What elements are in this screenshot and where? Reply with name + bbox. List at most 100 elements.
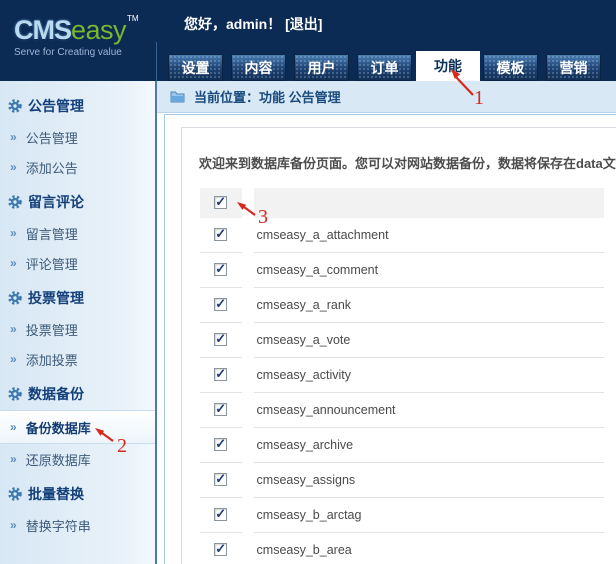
user-greeting: 您好，admin！ [退出] [184, 14, 322, 34]
row-checkbox[interactable] [214, 543, 227, 556]
sidebar-item-label: 还原数据库 [26, 450, 91, 469]
chevron-right-icon: » [10, 226, 17, 240]
chevron-right-icon: » [10, 518, 17, 532]
table-name: cmseasy_a_comment [254, 253, 604, 288]
main-nav-tabbar: 设置 内容 用户 订单 功能 模板 营销 [168, 51, 609, 81]
greeting-prefix: 您好， [184, 16, 226, 32]
sidebar-item-label: 公告管理 [26, 128, 78, 147]
breadcrumb-label: 当前位置：功能 公告管理 [194, 87, 341, 106]
gear-icon [8, 487, 22, 501]
sidebar-item-add-vote[interactable]: » 添加投票 [0, 344, 155, 374]
table-row: cmseasy_b_area [200, 533, 604, 564]
chevron-right-icon: » [10, 420, 17, 434]
row-checkbox[interactable] [214, 508, 227, 521]
gear-icon [8, 387, 22, 401]
table-row: cmseasy_announcement [200, 393, 604, 428]
tab-content[interactable]: 内容 [231, 54, 286, 81]
header-divider [156, 42, 157, 81]
sidebar-section-data-backup[interactable]: 数据备份 [0, 378, 155, 410]
gear-icon [8, 99, 22, 113]
tab-marketing[interactable]: 营销 [546, 54, 601, 81]
sidebar-item-label: 添加投票 [26, 350, 78, 369]
logo-cms-text: CMS [14, 15, 71, 45]
row-checkbox[interactable] [214, 438, 227, 451]
row-checkbox[interactable] [214, 298, 227, 311]
sidebar-item-backup-database[interactable]: » 备份数据库 [0, 410, 155, 444]
logo-tagline: Serve for Creating value [14, 48, 139, 58]
sidebar-section-batch-replace[interactable]: 批量替换 [0, 478, 155, 510]
sidebar-section-announcement-mgmt[interactable]: 公告管理 [0, 90, 155, 122]
table-name: cmseasy_archive [254, 428, 604, 463]
chevron-right-icon: » [10, 322, 17, 336]
sidebar-section-message-comment[interactable]: 留言评论 [0, 186, 155, 218]
greeting-suffix: ！ [267, 16, 281, 32]
table-name: cmseasy_assigns [254, 463, 604, 498]
breadcrumb: 当前位置：功能 公告管理 [157, 81, 616, 113]
sidebar-section-vote-mgmt[interactable]: 投票管理 [0, 282, 155, 314]
row-checkbox[interactable] [214, 473, 227, 486]
sidebar-item-restore-database[interactable]: » 还原数据库 [0, 444, 155, 474]
sidebar-item-message-mgmt[interactable]: » 留言管理 [0, 218, 155, 248]
logo-trademark: TM [127, 14, 139, 23]
row-checkbox[interactable] [214, 228, 227, 241]
table-row: cmseasy_b_arctag [200, 498, 604, 533]
table-name: cmseasy_a_rank [254, 288, 604, 323]
sidebar-item-label: 留言管理 [26, 224, 78, 243]
left-sidebar: 公告管理 » 公告管理 » 添加公告 留言评论 » 留言管理 » 评论管理 投票… [0, 81, 155, 564]
table-row: cmseasy_a_vote [200, 323, 604, 358]
sidebar-section-label: 公告管理 [28, 96, 84, 116]
sidebar-item-comment-mgmt[interactable]: » 评论管理 [0, 248, 155, 278]
table-header-name-cell [254, 188, 604, 218]
table-name: cmseasy_a_vote [254, 323, 604, 358]
sidebar-item-announcement-mgmt[interactable]: » 公告管理 [0, 122, 155, 152]
sidebar-divider [155, 81, 157, 564]
tab-orders[interactable]: 订单 [357, 54, 412, 81]
sidebar-item-add-announcement[interactable]: » 添加公告 [0, 152, 155, 182]
sidebar-item-label: 添加公告 [26, 158, 78, 177]
gear-icon [8, 291, 22, 305]
table-row: cmseasy_archive [200, 428, 604, 463]
select-all-checkbox[interactable] [214, 196, 227, 209]
sidebar-section-label: 投票管理 [28, 288, 84, 308]
row-checkbox[interactable] [214, 333, 227, 346]
row-checkbox[interactable] [214, 263, 227, 276]
tab-settings[interactable]: 设置 [168, 54, 223, 81]
table-row: cmseasy_activity [200, 358, 604, 393]
table-row: cmseasy_a_rank [200, 288, 604, 323]
sidebar-section-label: 批量替换 [28, 484, 84, 504]
sidebar-item-label: 替换字符串 [26, 516, 91, 535]
chevron-right-icon: » [10, 352, 17, 366]
greeting-username: admin [226, 16, 267, 32]
table-name: cmseasy_announcement [254, 393, 604, 428]
welcome-message: 欢迎来到数据库备份页面。您可以对网站数据备份，数据将保存在data文件夹中 [199, 153, 616, 172]
sidebar-item-label: 备份数据库 [26, 418, 91, 437]
table-row: cmseasy_a_comment [200, 253, 604, 288]
tab-users[interactable]: 用户 [294, 54, 349, 81]
folder-icon [170, 90, 185, 103]
tab-templates[interactable]: 模板 [483, 54, 538, 81]
logout-link[interactable]: [退出] [285, 16, 322, 32]
tab-features[interactable]: 功能 [416, 51, 480, 81]
sidebar-item-vote-mgmt[interactable]: » 投票管理 [0, 314, 155, 344]
table-row: cmseasy_a_attachment [200, 218, 604, 253]
table-name: cmseasy_a_attachment [254, 218, 604, 253]
sidebar-item-replace-string[interactable]: » 替换字符串 [0, 510, 155, 540]
row-checkbox[interactable] [214, 403, 227, 416]
logo-easy-text: easy [71, 15, 126, 45]
row-checkbox[interactable] [214, 368, 227, 381]
chevron-right-icon: » [10, 256, 17, 270]
table-name: cmseasy_activity [254, 358, 604, 393]
chevron-right-icon: » [10, 160, 17, 174]
table-name: cmseasy_b_arctag [254, 498, 604, 533]
sidebar-section-label: 数据备份 [28, 384, 84, 404]
database-tables-list: cmseasy_a_attachment cmseasy_a_comment c… [188, 188, 616, 564]
sidebar-item-label: 投票管理 [26, 320, 78, 339]
sidebar-item-label: 评论管理 [26, 254, 78, 273]
chevron-right-icon: » [10, 130, 17, 144]
top-header: CMSeasyTM Serve for Creating value 您好，ad… [0, 0, 616, 81]
table-name: cmseasy_b_area [254, 533, 604, 564]
chevron-right-icon: » [10, 452, 17, 466]
table-header-row [200, 188, 604, 218]
table-row: cmseasy_assigns [200, 463, 604, 498]
sidebar-section-label: 留言评论 [28, 192, 84, 212]
